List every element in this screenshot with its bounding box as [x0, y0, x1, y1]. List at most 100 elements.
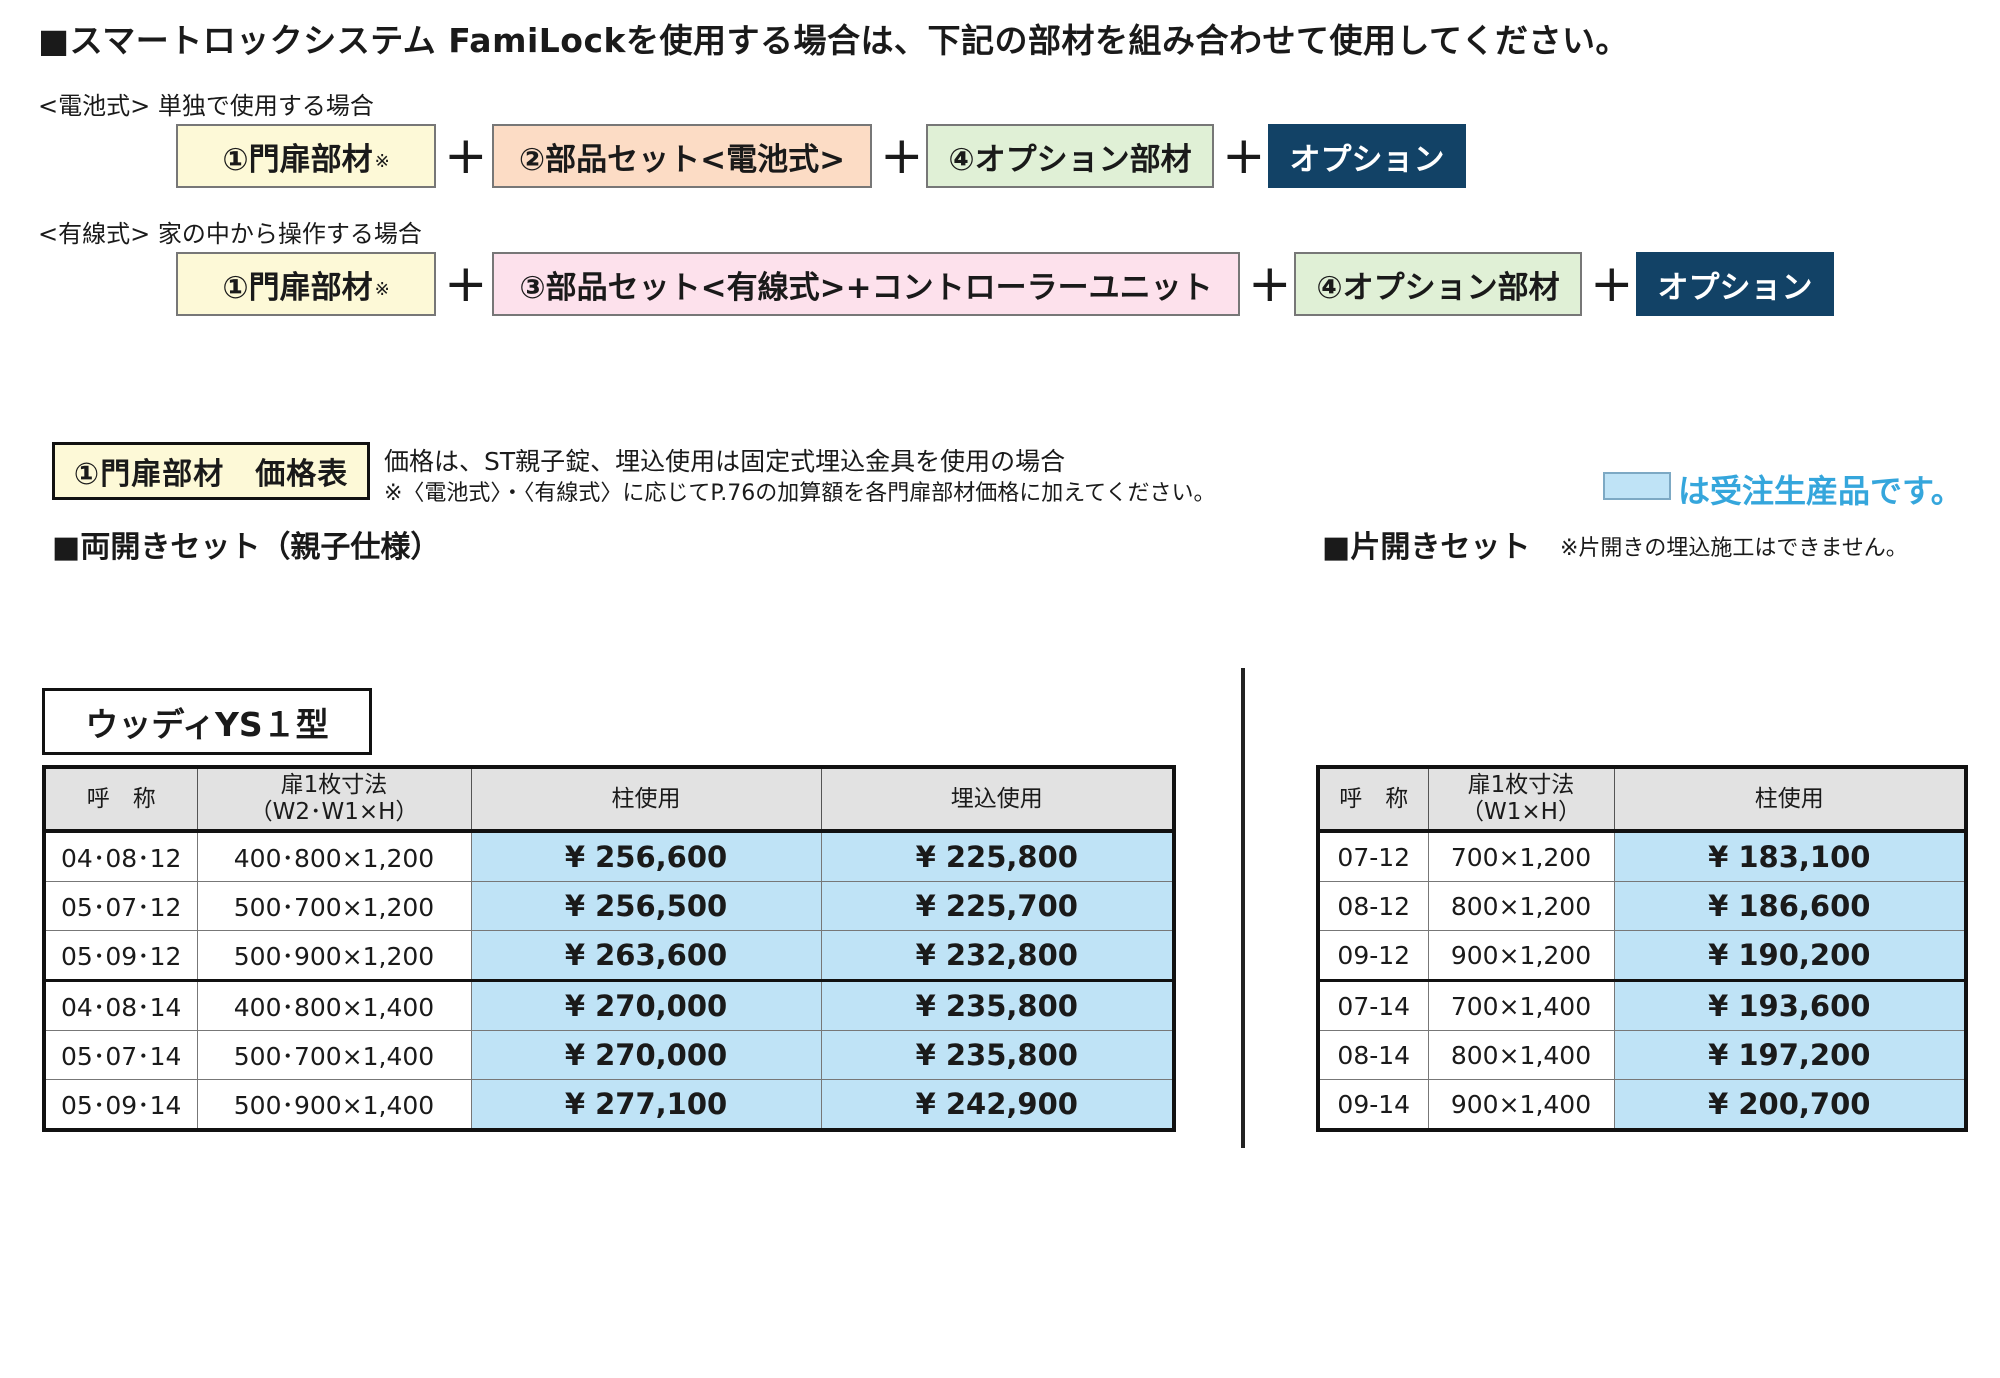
- plus-sign: +: [444, 126, 488, 186]
- wired-gate-parts-box: ①門扉部材 ※: [176, 252, 436, 316]
- table-row: 08-14 800×1,400 ¥ 197,200: [1317, 1030, 1967, 1080]
- row-size: 500･900×1,200: [196, 930, 472, 981]
- model-name: ウッディYS１型: [42, 688, 372, 755]
- row-price-pillar: ¥ 193,600: [1613, 979, 1967, 1031]
- table-row: 05･07･14 500･700×1,400 ¥ 270,000 ¥ 235,8…: [43, 1030, 1175, 1080]
- wired-option-parts-label: ④オプション部材: [1316, 269, 1560, 306]
- battery-option-parts-label: ④オプション部材: [948, 141, 1192, 178]
- price-table-title: ①門扉部材 価格表: [52, 442, 370, 500]
- wired-parts-set-label: ③部品セット<有線式>+コントローラーユニット: [519, 269, 1213, 306]
- price-note: 価格は、ST親子錠、埋込使用は固定式埋込金具を使用の場合: [384, 447, 1066, 476]
- header-size: 扉1枚寸法 （W1×H）: [1427, 766, 1615, 833]
- row-name: 05･07･14: [43, 1030, 198, 1080]
- header-size-line1: 扉1枚寸法: [1467, 772, 1575, 798]
- row-name: 08-12: [1317, 881, 1429, 931]
- double-price-table: 呼 称 扉1枚寸法 （W2･W1×H） 柱使用 埋込使用 04･08･12 40…: [42, 765, 1176, 1132]
- table-row: 07-14 700×1,400 ¥ 193,600: [1317, 979, 1967, 1031]
- header-name: 呼 称: [1317, 766, 1429, 833]
- row-price-pillar: ¥ 256,500: [470, 881, 822, 931]
- row-size: 500･700×1,200: [196, 881, 472, 931]
- battery-parts-set-box: ②部品セット<電池式>: [492, 124, 872, 188]
- plus-sign: +: [880, 126, 924, 186]
- row-name: 05･07･12: [43, 881, 198, 931]
- single-opening-section-title: ■片開きセット: [1322, 530, 1531, 565]
- table-row: 04･08･14 400･800×1,400 ¥ 270,000 ¥ 235,8…: [43, 979, 1175, 1031]
- header-size-line1: 扉1枚寸法: [280, 772, 388, 798]
- battery-parts-set-label: ②部品セット<電池式>: [518, 141, 846, 178]
- row-price-embedded: ¥ 235,800: [820, 1030, 1175, 1080]
- plus-sign: +: [1222, 126, 1266, 186]
- battery-option-box: オプション: [1268, 124, 1466, 188]
- wired-parts-set-box: ③部品セット<有線式>+コントローラーユニット: [492, 252, 1240, 316]
- battery-gate-parts-box: ①門扉部材 ※: [176, 124, 436, 188]
- plus-sign: +: [1248, 254, 1292, 314]
- row-price-embedded: ¥ 225,700: [820, 881, 1175, 931]
- row-price-embedded: ¥ 225,800: [820, 830, 1175, 882]
- battery-option-parts-box: ④オプション部材: [926, 124, 1214, 188]
- plus-sign: +: [1590, 254, 1634, 314]
- row-price-pillar: ¥ 186,600: [1613, 881, 1967, 931]
- double-opening-section-title: ■両開きセット（親子仕様）: [52, 530, 441, 565]
- battery-gate-parts-mark: ※: [374, 150, 390, 172]
- header-pillar: 柱使用: [1613, 766, 1967, 833]
- header-size: 扉1枚寸法 （W2･W1×H）: [196, 766, 472, 833]
- row-name: 04･08･12: [43, 830, 198, 882]
- battery-gate-parts-label: ①門扉部材: [222, 141, 373, 178]
- wired-type-label: <有線式> 家の中から操作する場合: [38, 220, 422, 248]
- row-size: 400･800×1,400: [196, 979, 472, 1031]
- header-name: 呼 称: [43, 766, 198, 833]
- row-size: 700×1,200: [1427, 830, 1615, 882]
- row-price-pillar: ¥ 270,000: [470, 979, 822, 1031]
- row-price-pillar: ¥ 200,700: [1613, 1079, 1967, 1131]
- table-header-row: 呼 称 扉1枚寸法 （W2･W1×H） 柱使用 埋込使用: [43, 766, 1175, 833]
- single-opening-note: ※片開きの埋込施工はできません。: [1560, 536, 1908, 561]
- battery-type-label: <電池式> 単独で使用する場合: [38, 92, 374, 120]
- row-name: 08-14: [1317, 1030, 1429, 1080]
- price-addition-note: ※〈電池式〉・〈有線式〉に応じてP.76の加算額を各門扉部材価格に加えてください…: [384, 481, 1216, 506]
- row-size: 500･900×1,400: [196, 1079, 472, 1131]
- row-price-pillar: ¥ 256,600: [470, 830, 822, 882]
- row-price-pillar: ¥ 190,200: [1613, 930, 1967, 981]
- plus-sign: +: [444, 254, 488, 314]
- row-price-embedded: ¥ 235,800: [820, 979, 1175, 1031]
- single-price-table: 呼 称 扉1枚寸法 （W1×H） 柱使用 07-12 700×1,200 ¥ 1…: [1316, 765, 1968, 1132]
- row-name: 09-14: [1317, 1079, 1429, 1131]
- row-price-embedded: ¥ 242,900: [820, 1079, 1175, 1131]
- row-price-pillar: ¥ 277,100: [470, 1079, 822, 1131]
- table-row: 05･09･14 500･900×1,400 ¥ 277,100 ¥ 242,9…: [43, 1079, 1175, 1131]
- table-row: 08-12 800×1,200 ¥ 186,600: [1317, 881, 1967, 931]
- header-pillar: 柱使用: [470, 766, 822, 833]
- row-size: 500･700×1,400: [196, 1030, 472, 1080]
- row-name: 09-12: [1317, 930, 1429, 981]
- row-name: 07-14: [1317, 979, 1429, 1031]
- row-price-embedded: ¥ 232,800: [820, 930, 1175, 981]
- wired-gate-parts-label: ①門扉部材: [222, 269, 373, 306]
- wired-option-parts-box: ④オプション部材: [1294, 252, 1582, 316]
- row-size: 900×1,400: [1427, 1079, 1615, 1131]
- battery-option-label: オプション: [1289, 141, 1445, 178]
- table-header-row: 呼 称 扉1枚寸法 （W1×H） 柱使用: [1317, 766, 1967, 833]
- row-price-pillar: ¥ 183,100: [1613, 830, 1967, 882]
- row-size: 400･800×1,200: [196, 830, 472, 882]
- page-headline: ■スマートロックシステム FamiLockを使用する場合は、下記の部材を組み合わ…: [38, 21, 1629, 60]
- header-size-line2: （W2･W1×H）: [249, 799, 419, 825]
- row-size: 700×1,400: [1427, 979, 1615, 1031]
- row-price-pillar: ¥ 270,000: [470, 1030, 822, 1080]
- wired-option-box: オプション: [1636, 252, 1834, 316]
- row-name: 04･08･14: [43, 979, 198, 1031]
- row-size: 900×1,200: [1427, 930, 1615, 981]
- wired-option-label: オプション: [1657, 269, 1813, 306]
- table-row: 07-12 700×1,200 ¥ 183,100: [1317, 830, 1967, 882]
- header-embedded: 埋込使用: [820, 766, 1175, 833]
- table-row: 09-12 900×1,200 ¥ 190,200: [1317, 930, 1967, 981]
- section-divider: [1241, 668, 1245, 1148]
- row-price-pillar: ¥ 263,600: [470, 930, 822, 981]
- row-price-pillar: ¥ 197,200: [1613, 1030, 1967, 1080]
- row-name: 07-12: [1317, 830, 1429, 882]
- row-size: 800×1,200: [1427, 881, 1615, 931]
- wired-gate-parts-mark: ※: [374, 278, 390, 300]
- made-to-order-swatch: [1603, 472, 1671, 500]
- made-to-order-legend: は受注生産品です。: [1678, 472, 1963, 510]
- row-size: 800×1,400: [1427, 1030, 1615, 1080]
- table-row: 04･08･12 400･800×1,200 ¥ 256,600 ¥ 225,8…: [43, 830, 1175, 882]
